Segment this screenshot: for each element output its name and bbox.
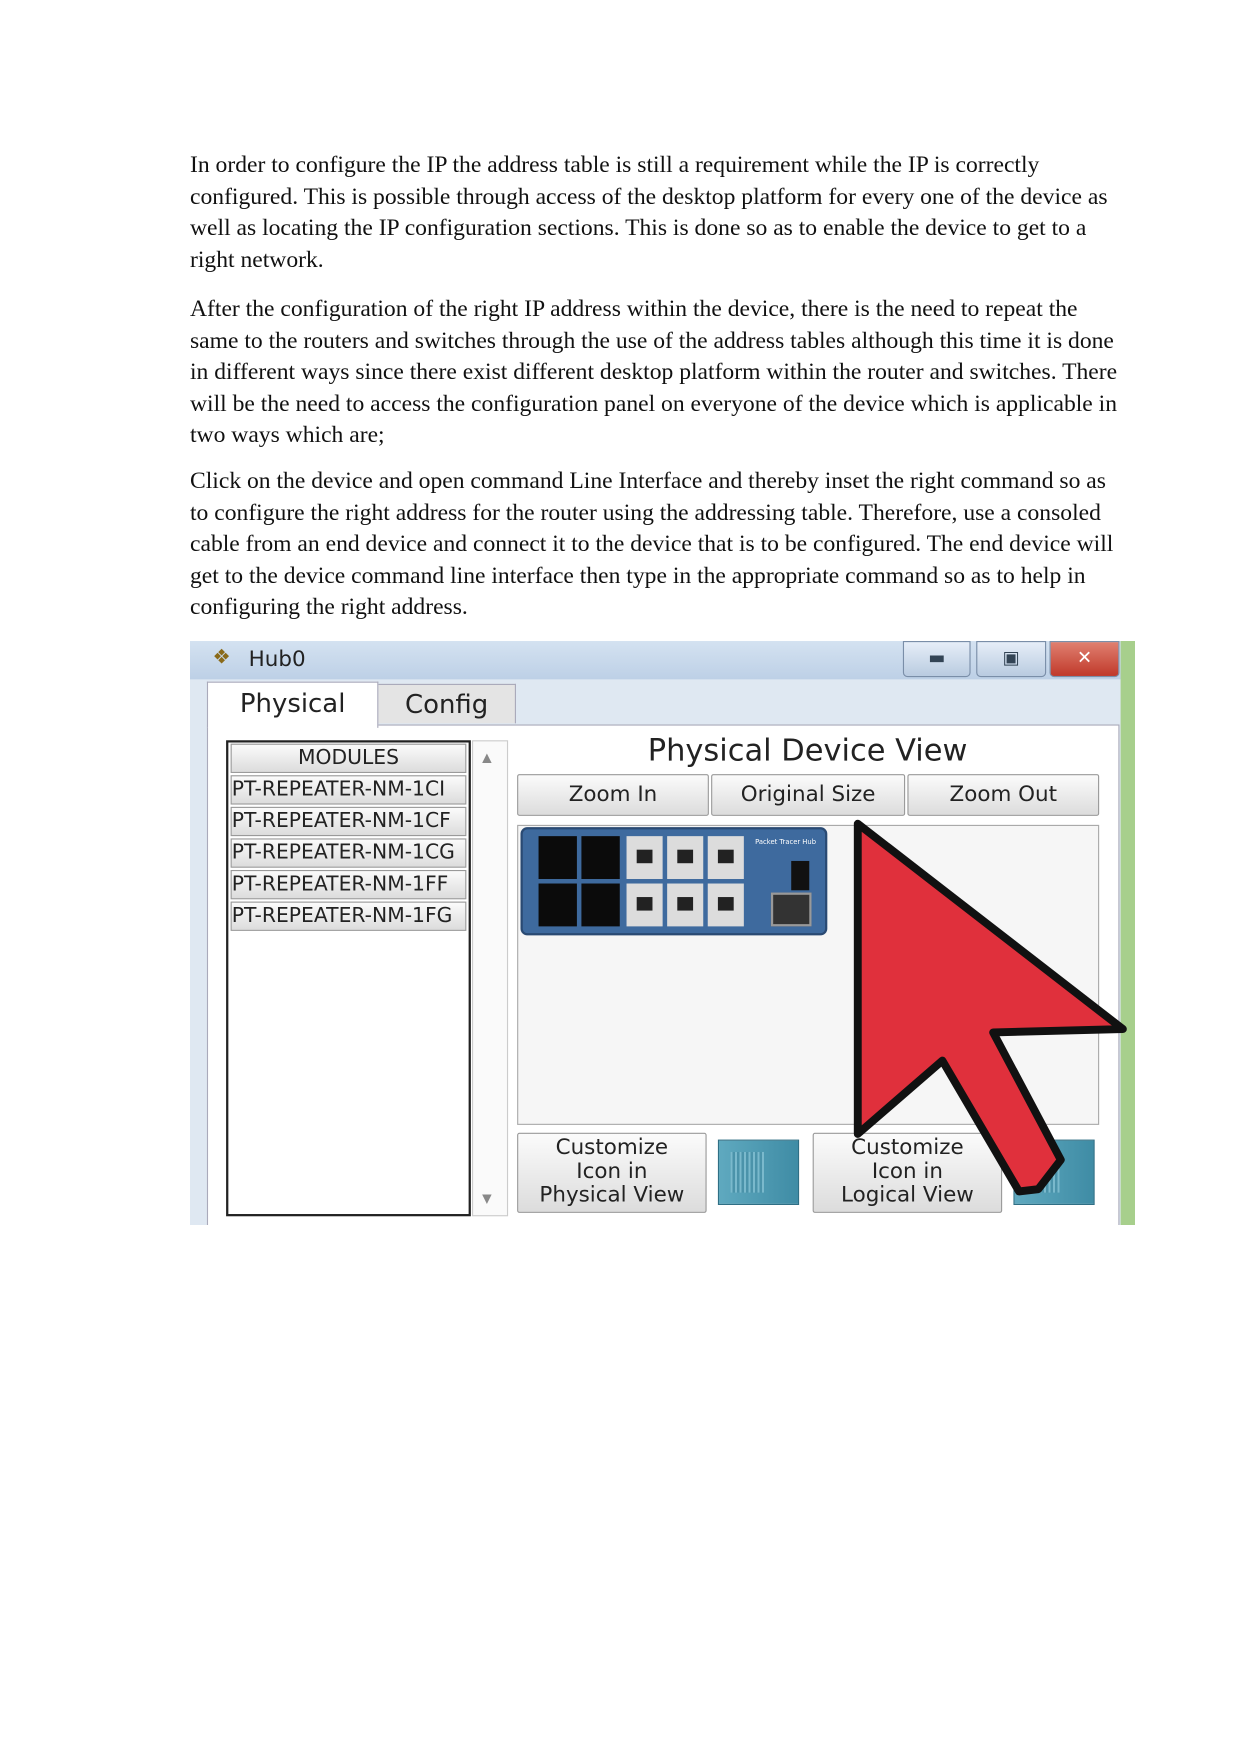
red-cursor-arrow-icon: [853, 819, 1127, 1196]
tab-physical[interactable]: Physical: [206, 681, 379, 728]
paragraph: In order to configure the IP the address…: [190, 152, 1108, 273]
paragraph: Click on the device and open command Lin…: [190, 468, 1114, 620]
paragraph: After the configuration of the right IP …: [190, 296, 1118, 448]
hub-window-screenshot: ❖ Hub0 ▬ ▣ ✕ Physical Config MODULES PT-…: [190, 641, 1135, 1225]
